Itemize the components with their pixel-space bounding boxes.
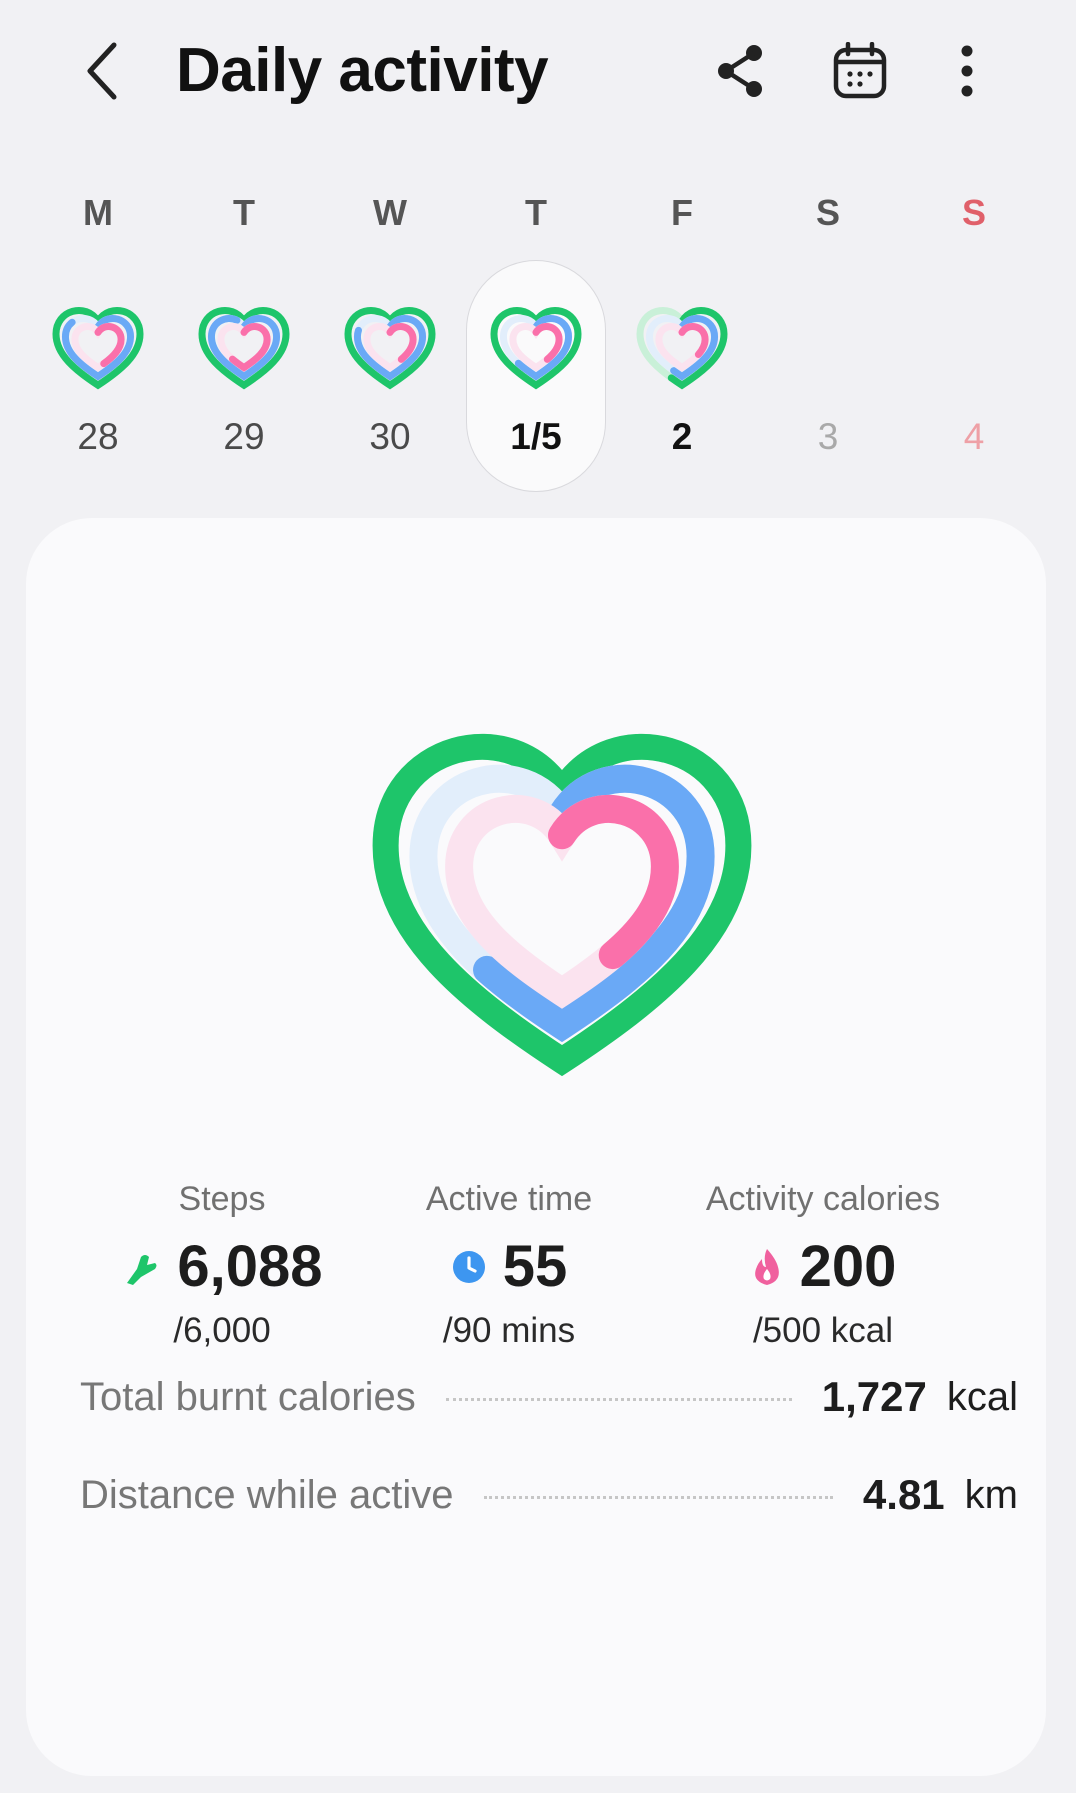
day-wednesday[interactable]: W 30	[320, 180, 460, 500]
day-friday[interactable]: F 2	[612, 180, 752, 500]
activity-calories-goal: /500 kcal	[752, 1311, 894, 1350]
distance-while-active-label: Distance while active	[80, 1472, 454, 1517]
day-thursday-selected[interactable]: T 1/5	[466, 180, 606, 500]
day-date: 28	[77, 416, 119, 457]
page-title: Daily activity	[176, 36, 549, 105]
activity-heart-icon	[490, 307, 582, 390]
activity-rings-heart[interactable]	[322, 686, 802, 1106]
distance-while-active-unit: km	[964, 1472, 1018, 1517]
day-date: 30	[369, 416, 411, 457]
day-of-week-label: T	[233, 192, 255, 233]
activity-details: Total burnt calories 1,727 kcal Distance…	[80, 1348, 1018, 1544]
activity-calories-stat[interactable]: Activity calories 200 /500 kcal	[663, 1178, 983, 1352]
activity-heart-icon	[636, 307, 728, 390]
day-of-week-label: S	[815, 192, 840, 233]
day-of-week-label: T	[525, 192, 547, 233]
distance-while-active-value: 4.81	[862, 1471, 945, 1518]
active-time-stat[interactable]: Active time 55 /90 mins	[349, 1178, 669, 1352]
day-tuesday[interactable]: T 29	[174, 180, 314, 500]
app-header: Daily activity	[0, 0, 1076, 145]
distance-while-active-row: Distance while active 4.81 km	[80, 1446, 1018, 1544]
more-options-button[interactable]	[932, 36, 1002, 106]
flame-icon	[754, 1249, 779, 1285]
daily-summary-card: Steps 6,088 /6,000 Active time 55 /90 mi…	[26, 518, 1046, 1776]
chevron-left-icon	[87, 42, 117, 100]
calendar-button[interactable]	[825, 36, 895, 106]
total-burnt-calories-label: Total burnt calories	[80, 1374, 416, 1419]
total-burnt-calories-value: 1,727	[821, 1373, 927, 1420]
day-of-week-label: F	[671, 192, 693, 233]
share-button[interactable]	[705, 36, 775, 106]
share-icon	[718, 45, 762, 97]
week-selector: M 28 T 29 W 30 T 1/5 F 2 S 3 S 4	[0, 180, 1076, 500]
steps-label: Steps	[178, 1180, 266, 1218]
activity-heart-icon	[198, 307, 290, 390]
day-date: 4	[963, 416, 985, 457]
day-date: 29	[223, 416, 265, 457]
active-time-value: 55	[502, 1234, 568, 1299]
back-button[interactable]	[72, 36, 132, 106]
dotted-leader	[445, 1397, 792, 1401]
active-time-label: Active time	[425, 1180, 593, 1218]
clock-icon	[452, 1251, 485, 1283]
day-monday[interactable]: M 28	[28, 180, 168, 500]
day-saturday: S 3	[758, 180, 898, 500]
activity-heart-icon	[52, 307, 144, 390]
shoe-icon	[127, 1255, 157, 1285]
steps-goal: /6,000	[173, 1311, 271, 1350]
day-of-week-label: M	[83, 192, 113, 233]
day-sunday: S 4	[904, 180, 1044, 500]
total-burnt-calories-unit: kcal	[946, 1374, 1018, 1419]
day-date: 2	[671, 416, 693, 457]
more-vertical-icon	[961, 45, 973, 97]
steps-value: 6,088	[177, 1234, 323, 1299]
activity-calories-label: Activity calories	[705, 1180, 941, 1218]
total-burnt-calories-row: Total burnt calories 1,727 kcal	[80, 1348, 1018, 1446]
day-of-week-label: W	[373, 192, 407, 233]
calendar-icon	[833, 42, 887, 99]
active-time-goal: /90 mins	[442, 1311, 576, 1350]
steps-stat[interactable]: Steps 6,088 /6,000	[62, 1178, 382, 1352]
day-date: 1/5	[510, 416, 562, 457]
activity-calories-value: 200	[799, 1234, 897, 1299]
activity-heart-icon	[344, 307, 436, 390]
day-date: 3	[817, 416, 839, 457]
dotted-leader	[483, 1495, 833, 1499]
day-of-week-label: S	[961, 192, 986, 233]
